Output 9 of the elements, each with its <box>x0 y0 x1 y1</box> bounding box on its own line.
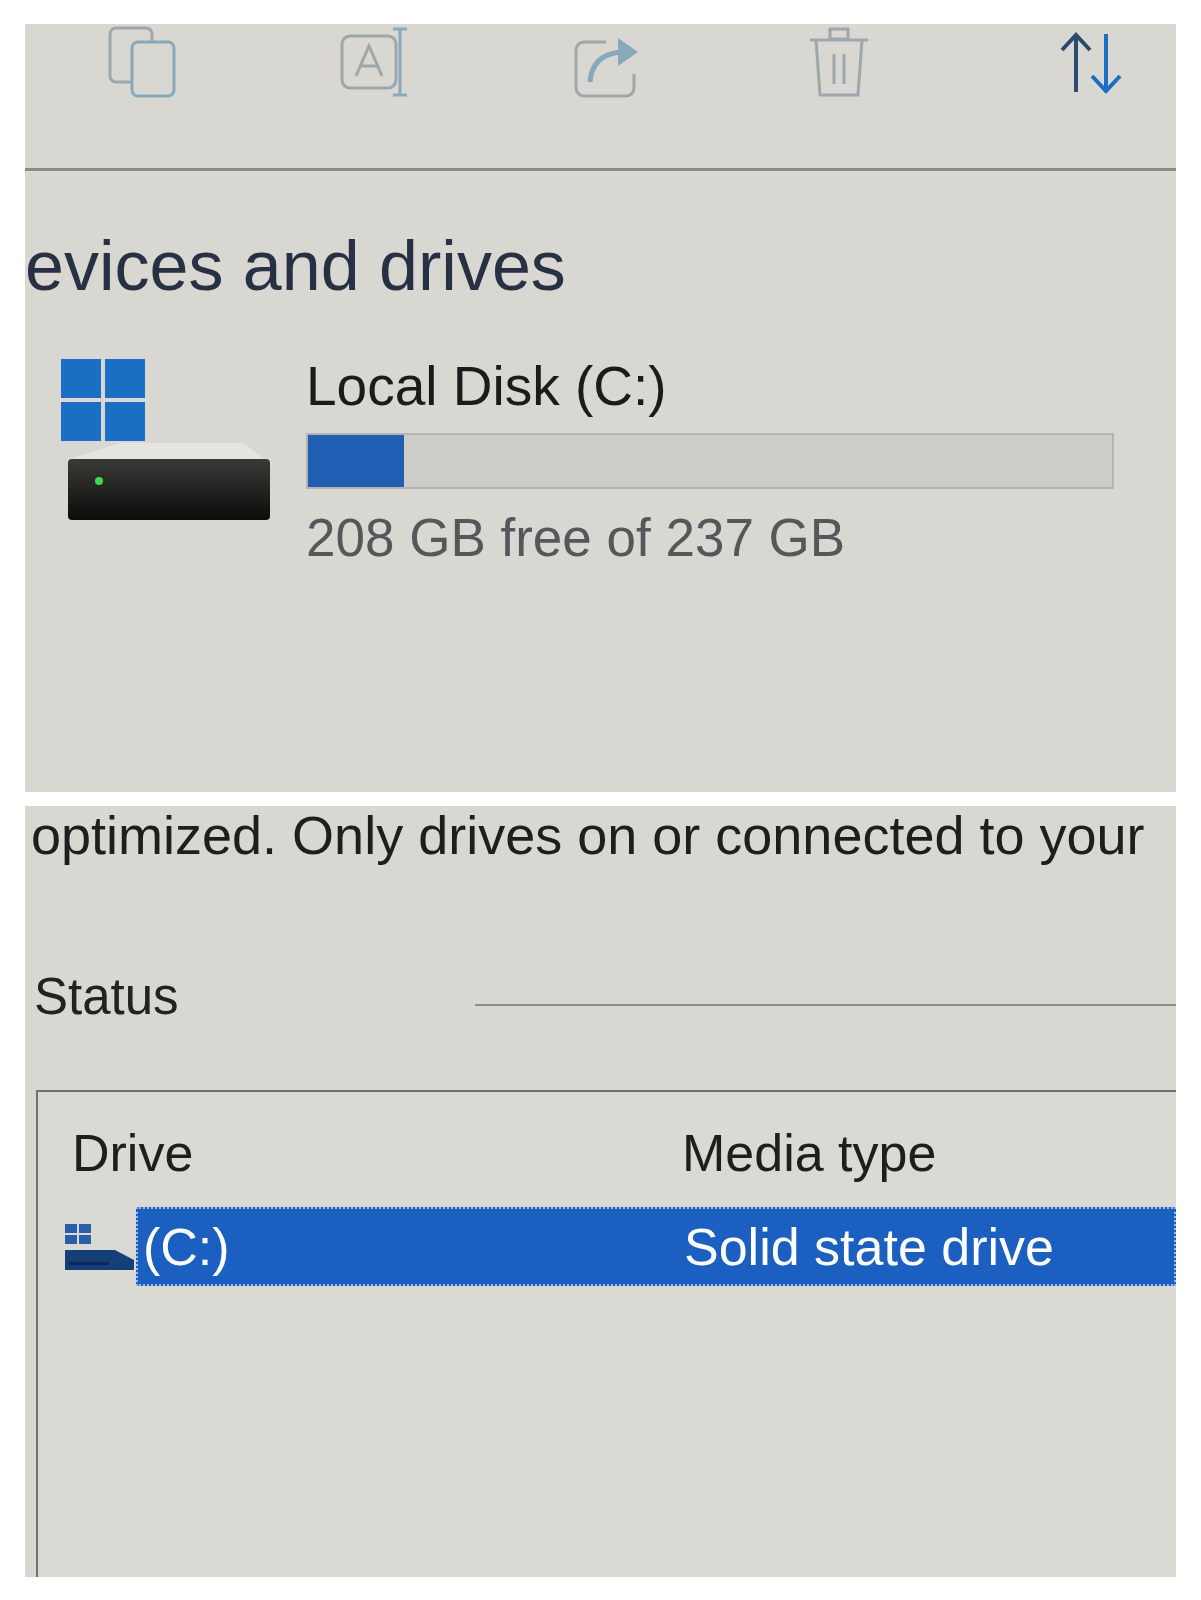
drive-icon <box>61 359 270 522</box>
table-row[interactable]: (C:) Solid state drive <box>136 1207 1176 1286</box>
column-header[interactable]: Drive <box>38 1127 194 1179</box>
free-space-text: 208 GB free of 237 GB <box>306 511 846 564</box>
rename-icon <box>340 26 410 98</box>
table-cell: Solid state drive <box>684 1220 1054 1273</box>
status-label: Status <box>33 971 179 1023</box>
drive-icon <box>65 1223 134 1270</box>
section-heading: evices and drives <box>25 231 567 301</box>
